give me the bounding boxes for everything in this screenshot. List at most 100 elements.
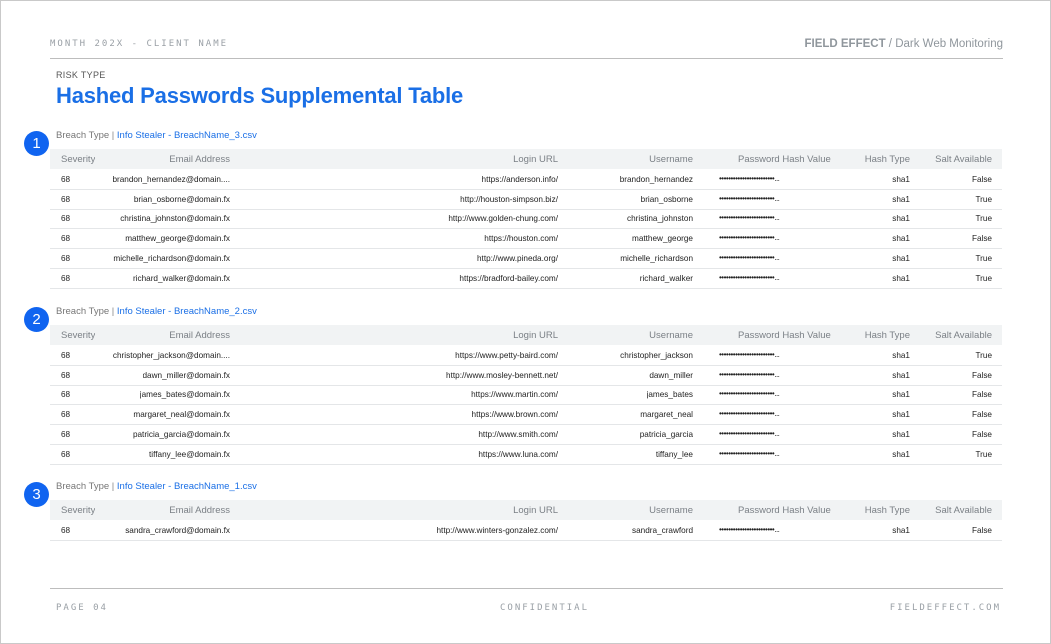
cell-severity: 68 — [61, 234, 71, 244]
cell-salt: False — [971, 390, 992, 400]
column-header-severity: Severity — [61, 505, 96, 516]
cell-password: ••••••••••••••••••••••••... — [719, 409, 780, 419]
report-page: MONTH 202X - CLIENT NAME FIELD EFFECT / … — [0, 0, 1051, 644]
cell-hash-type: sha1 — [892, 351, 910, 360]
cell-hash-type: sha1 — [892, 194, 910, 204]
cell-url: http://www.golden-chung.com/ — [448, 214, 558, 224]
cell-username: brandon_hernandez — [619, 175, 693, 184]
column-header-password: Password Hash Value — [738, 154, 831, 165]
table-row: 68 tiffany_lee@domain.fx https://www.luna.… — [50, 445, 1002, 465]
cell-salt: False — [971, 526, 992, 535]
table-row: 68 christina_johnston@domain.fx http://www… — [50, 209, 1002, 230]
cell-email: tiffany_lee@domain.fx — [149, 449, 230, 459]
cell-severity: 68 — [61, 194, 71, 204]
table-row: 68 brandon_hernandez@domain.... https://an… — [50, 170, 1002, 190]
cell-hash-type: sha1 — [892, 253, 910, 263]
column-header-severity: Severity — [61, 330, 96, 341]
cell-username: dawn_miller — [649, 370, 693, 380]
header-divider — [50, 58, 1003, 59]
cell-password: ••••••••••••••••••••••••... — [719, 174, 780, 183]
cell-username: brian_osborne — [640, 194, 693, 204]
breach-type-label: Breach Type — [56, 481, 110, 492]
cell-hash-type: sha1 — [892, 449, 910, 459]
cell-salt: True — [975, 214, 992, 224]
cell-salt: False — [971, 234, 992, 244]
column-header-hash-type: Hash Type — [864, 505, 910, 516]
cell-password: ••••••••••••••••••••••••... — [719, 252, 780, 262]
cell-severity: 68 — [61, 390, 71, 400]
column-header-url: Login URL — [513, 505, 558, 516]
cell-password: ••••••••••••••••••••••••... — [719, 428, 780, 438]
cell-salt: False — [971, 429, 992, 439]
cell-password: ••••••••••••••••••••••••... — [719, 350, 780, 359]
table-row: 68 patricia_garcia@domain.fx http://www.sm… — [50, 425, 1002, 445]
cell-hash-type: sha1 — [892, 234, 910, 244]
cell-email: christina_johnston@domain.fx — [120, 214, 230, 224]
column-header-email: Email Address — [169, 154, 230, 165]
cell-salt: False — [971, 370, 992, 380]
cell-password: ••••••••••••••••••••••••... — [719, 448, 780, 458]
cell-url: https://www.brown.com/ — [471, 410, 558, 420]
cell-url: https://www.petty-baird.com/ — [455, 351, 558, 360]
separator: | — [109, 481, 117, 492]
brand-name: FIELD EFFECT — [804, 38, 886, 50]
footer-page: PAGE 04 — [56, 603, 108, 613]
cell-url: http://www.winters-gonzalez.com/ — [436, 526, 559, 535]
table-row: 68 christopher_jackson@domain.... https://… — [50, 346, 1002, 366]
cell-hash-type: sha1 — [892, 429, 910, 439]
cell-url: https://anderson.info/ — [481, 175, 558, 184]
column-header-hash-type: Hash Type — [864, 330, 910, 341]
cell-url: https://www.luna.com/ — [478, 449, 558, 459]
column-header-username: Username — [649, 505, 693, 516]
cell-salt: True — [975, 449, 992, 459]
product-name: / Dark Web Monitoring — [885, 38, 1003, 50]
column-header-username: Username — [649, 154, 693, 165]
cell-username: james_bates — [646, 390, 693, 400]
cell-email: sandra_crawford@domain.fx — [125, 526, 230, 535]
cell-severity: 68 — [61, 449, 71, 459]
cell-url: http://www.pineda.org/ — [476, 253, 558, 263]
column-header-salt: Salt Available — [935, 505, 992, 516]
cell-salt: False — [971, 175, 992, 184]
cell-url: http://www.smith.com/ — [478, 429, 558, 439]
cell-hash-type: sha1 — [892, 175, 910, 184]
footer-site: FIELDEFFECT.COM — [889, 603, 1001, 613]
column-header-password: Password Hash Value — [738, 330, 831, 341]
breach-file-name: Info Stealer - BreachName_3.csv — [116, 130, 257, 141]
cell-salt: True — [975, 194, 992, 204]
cell-hash-type: sha1 — [892, 390, 910, 400]
cell-url: https://www.martin.com/ — [471, 390, 558, 400]
footer-confidential: CONFIDENTIAL — [500, 603, 590, 613]
cell-username: margaret_neal — [640, 410, 693, 420]
table-row: 68 michelle_richardson@domain.fx http://ww… — [50, 249, 1002, 269]
table-header: Severity Email Address Login URL Username Pa… — [50, 325, 1002, 345]
separator: | — [109, 130, 117, 141]
cell-email: brian_osborne@domain.fx — [133, 194, 230, 204]
column-header-url: Login URL — [513, 154, 558, 165]
cell-email: margaret_neal@domain.fx — [133, 410, 230, 420]
cell-email: james_bates@domain.fx — [139, 390, 230, 400]
cell-hash-type: sha1 — [892, 526, 910, 535]
cell-password: ••••••••••••••••••••••••... — [719, 193, 780, 203]
column-header-severity: Severity — [61, 154, 96, 165]
cell-password: ••••••••••••••••••••••••... — [719, 389, 780, 399]
table-row: 68 james_bates@domain.fx https://www.marti… — [50, 385, 1002, 406]
cell-url: http://www.mosley-bennett.net/ — [446, 370, 558, 380]
column-header-email: Email Address — [169, 505, 230, 516]
risk-type-label: RISK TYPE — [56, 70, 106, 80]
cell-password: ••••••••••••••••••••••••... — [719, 233, 780, 243]
cell-email: brandon_hernandez@domain.... — [112, 175, 230, 184]
cell-url: https://bradford-bailey.com/ — [459, 273, 558, 283]
column-header-username: Username — [649, 330, 693, 341]
footer-divider — [50, 588, 1003, 589]
cell-username: christina_johnston — [627, 214, 693, 224]
cell-severity: 68 — [61, 429, 71, 439]
section-number-badge: 1 — [24, 131, 49, 156]
cell-username: patricia_garcia — [639, 429, 693, 439]
cell-password: ••••••••••••••••••••••••... — [719, 272, 780, 282]
cell-email: christopher_jackson@domain.... — [112, 351, 230, 360]
section-number-badge: 2 — [24, 307, 49, 332]
cell-email: matthew_george@domain.fx — [125, 234, 230, 244]
cell-hash-type: sha1 — [892, 410, 910, 420]
column-header-salt: Salt Available — [935, 330, 992, 341]
